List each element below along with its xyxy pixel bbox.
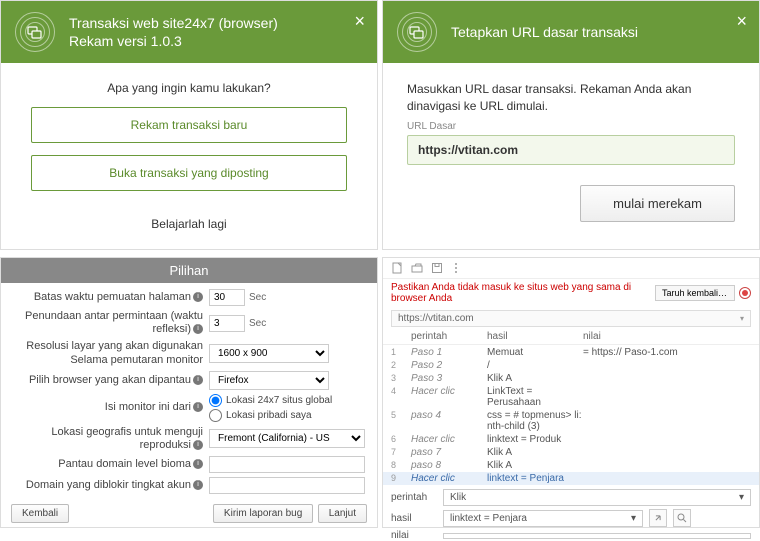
radio-global[interactable]: Lokasi 24x7 situs global xyxy=(209,394,332,407)
header-title: Transaksi web site24x7 (browser) Rekam v… xyxy=(69,14,278,50)
close-icon[interactable]: × xyxy=(354,11,365,32)
recorder-icon xyxy=(397,12,437,52)
prompt-text: Apa yang ingin kamu lakukan? xyxy=(31,81,347,95)
bug-report-button[interactable]: Kirim laporan bug xyxy=(213,504,313,523)
table-row[interactable]: 9Hacer cliclinktext = Penjara xyxy=(383,472,759,485)
col-value: nilai xyxy=(583,331,751,342)
recorder-icon xyxy=(15,12,55,52)
geo-label: Lokasi geografis untuk menguji reproduks… xyxy=(51,426,203,451)
table-row[interactable]: 7paso 7Klik A xyxy=(383,446,759,459)
back-button[interactable]: Kembali xyxy=(11,504,69,523)
steps-grid: perintah hasil nilai 1Paso 1Memuat= http… xyxy=(383,330,759,485)
open-posted-button[interactable]: Buka transaksi yang diposting xyxy=(31,155,347,191)
table-row[interactable]: 4Hacer clicLinkText = Perusahaan xyxy=(383,385,759,409)
options-header: Pilihan xyxy=(1,258,377,283)
col-target: hasil xyxy=(487,331,583,342)
fillfrom-label: Isi monitor ini dari xyxy=(105,401,191,413)
edit-target-select[interactable]: linktext = Penjara▾ xyxy=(443,510,643,527)
browser-select[interactable]: Firefox xyxy=(209,371,329,390)
record-icon[interactable] xyxy=(739,287,751,299)
browser-label: Pilih browser yang akan dipantau xyxy=(29,374,191,386)
url-label: URL Dasar xyxy=(407,121,735,132)
info-icon[interactable]: i xyxy=(193,440,203,450)
locate-button[interactable] xyxy=(649,509,667,527)
timeout-label: Batas waktu pemuatan halaman xyxy=(34,291,191,303)
record-new-button[interactable]: Rekam transaksi baru xyxy=(31,107,347,143)
table-row[interactable]: 6Hacer cliclinktext = Produk xyxy=(383,433,759,446)
thinktime-label: Penundaan antar permintaan (waktu reflek… xyxy=(25,310,203,335)
base-url-input[interactable] xyxy=(407,135,735,165)
search-icon[interactable] xyxy=(673,509,691,527)
info-icon[interactable]: i xyxy=(193,375,203,385)
chevron-down-icon: ▾ xyxy=(739,492,744,503)
table-row[interactable]: 1Paso 1Memuat= https:// Paso-1.com xyxy=(383,346,759,359)
edit-command-select[interactable]: Klik▾ xyxy=(443,489,751,506)
header: Transaksi web site24x7 (browser) Rekam v… xyxy=(1,1,377,63)
chevron-down-icon: ▾ xyxy=(631,513,636,524)
edit-value-input[interactable] xyxy=(443,533,751,539)
blocked-label: Domain yang diblokir tingkat akun xyxy=(26,479,191,491)
info-icon[interactable]: i xyxy=(193,292,203,302)
table-row[interactable]: 2Paso 2/ xyxy=(383,359,759,372)
header-title: Tetapkan URL dasar transaksi xyxy=(451,23,638,41)
close-icon[interactable]: × xyxy=(736,11,747,32)
resolution-label: Resolusi layar yang akan digunakanSelama… xyxy=(26,340,203,365)
resolution-select[interactable]: 1600 x 900 xyxy=(209,344,329,363)
col-command: perintah xyxy=(411,331,487,342)
url-bar[interactable]: https://vtitan.com▾ xyxy=(391,310,751,327)
panel-options: Pilihan Batas waktu pemuatan halamani Se… xyxy=(0,257,378,528)
learn-more-link[interactable]: Belajarlah lagi xyxy=(151,217,226,231)
header: Tetapkan URL dasar transaksi × xyxy=(383,1,759,63)
save-icon[interactable] xyxy=(431,262,443,274)
table-row[interactable]: 5paso 4css = # topmenus> li: nth-child (… xyxy=(383,409,759,433)
open-icon[interactable] xyxy=(411,262,423,274)
info-icon[interactable]: i xyxy=(193,402,203,412)
geo-select[interactable]: Fremont (California) - US xyxy=(209,429,365,448)
info-icon[interactable]: i xyxy=(193,459,203,469)
panel-welcome: Transaksi web site24x7 (browser) Rekam v… xyxy=(0,0,378,250)
start-recording-button[interactable]: mulai merekam xyxy=(580,185,735,222)
table-row[interactable]: 8paso 8Klik A xyxy=(383,459,759,472)
panel-set-url: Tetapkan URL dasar transaksi × Masukkan … xyxy=(382,0,760,250)
revert-button[interactable]: Taruh kembali da... xyxy=(655,285,735,301)
radio-private[interactable]: Lokasi pribadi saya xyxy=(209,409,332,422)
new-icon[interactable] xyxy=(391,262,403,274)
toolbar xyxy=(383,258,759,279)
chevron-down-icon: ▾ xyxy=(740,314,744,323)
domain-label: Pantau domain level bioma xyxy=(58,458,191,470)
panel-recorder: Pastikan Anda tidak masuk ke situs web y… xyxy=(382,257,760,528)
warning-text: Pastikan Anda tidak masuk ke situs web y… xyxy=(391,282,655,304)
description: Masukkan URL dasar transaksi. Rekaman An… xyxy=(407,81,735,115)
domain-input[interactable] xyxy=(209,456,365,473)
thinktime-input[interactable] xyxy=(209,315,245,332)
table-row[interactable]: 3Paso 3Klik A xyxy=(383,372,759,385)
next-button[interactable]: Lanjut xyxy=(318,504,367,523)
info-icon[interactable]: i xyxy=(193,324,203,334)
info-icon[interactable]: i xyxy=(193,480,203,490)
blocked-input[interactable] xyxy=(209,477,365,494)
more-icon[interactable] xyxy=(451,262,461,274)
edit-area: perintah Klik▾ hasil linktext = Penjara▾… xyxy=(383,485,759,541)
timeout-input[interactable] xyxy=(209,289,245,306)
